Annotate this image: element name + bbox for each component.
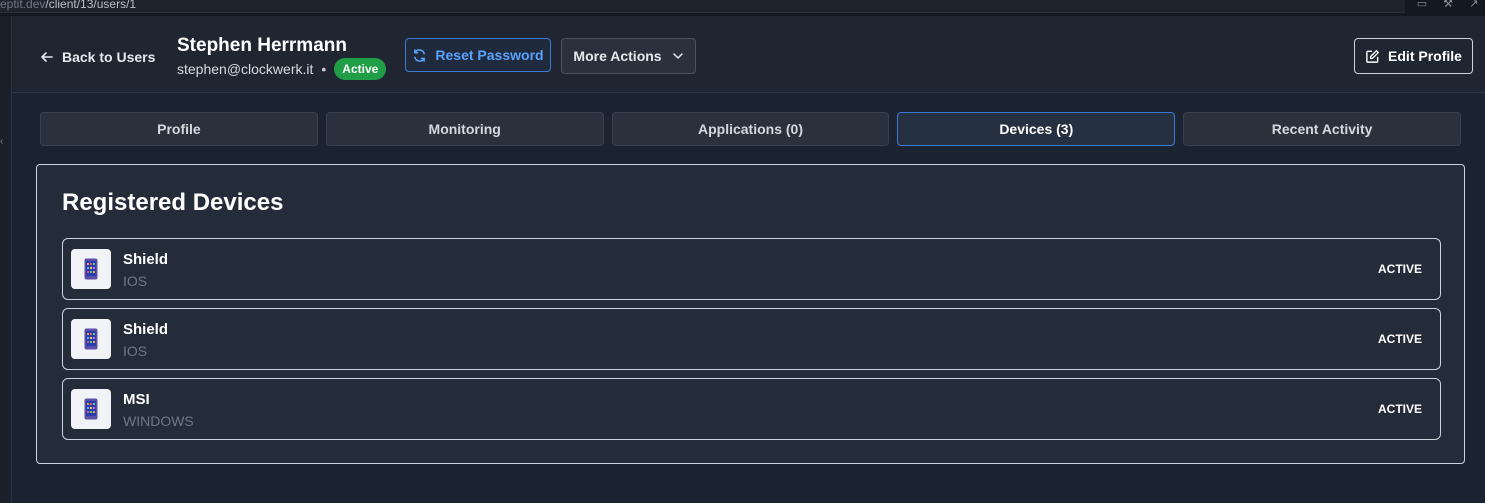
user-email: stephen@clockwerk.it xyxy=(177,61,314,77)
browser-actions: ▭ ⚒ ↗ xyxy=(1415,0,1481,12)
device-row[interactable]: Shield IOS ACTIVE xyxy=(62,308,1441,370)
mobile-phone-icon xyxy=(84,258,98,280)
section-title: Registered Devices xyxy=(62,189,284,216)
more-actions-label: More Actions xyxy=(573,48,662,64)
device-status: ACTIVE xyxy=(1377,262,1422,276)
separator-dot: • xyxy=(321,61,327,77)
edit-icon xyxy=(1366,49,1380,63)
device-os: IOS xyxy=(123,343,148,359)
user-name: Stephen Herrmann xyxy=(177,35,347,56)
edit-profile-label: Edit Profile xyxy=(1388,48,1462,64)
device-name: Shield xyxy=(123,321,169,338)
device-os: WINDOWS xyxy=(123,413,194,429)
status-badge: Active xyxy=(334,58,387,80)
url-domain: eptit.dev xyxy=(0,0,46,11)
device-icon-box xyxy=(71,319,111,359)
device-name: Shield xyxy=(123,251,169,268)
external-open-icon[interactable]: ↗ xyxy=(1467,0,1481,10)
device-row[interactable]: Shield IOS ACTIVE xyxy=(62,238,1441,300)
page-header: Back to Users Stephen Herrmann stephen@c… xyxy=(12,16,1485,93)
tab-devices[interactable]: Devices (3) xyxy=(897,112,1176,146)
url-path: /client/13/users/1 xyxy=(45,0,137,11)
chevron-down-icon xyxy=(672,53,683,59)
device-status: ACTIVE xyxy=(1377,332,1422,346)
tab-recent-activity[interactable]: Recent Activity xyxy=(1183,112,1461,146)
mobile-phone-icon xyxy=(84,328,98,350)
device-icon-box xyxy=(71,389,111,429)
device-list: Shield IOS ACTIVE Shield IOS ACTIVE MSI … xyxy=(62,238,1441,448)
left-rail: ‹ xyxy=(0,16,12,503)
browser-toolbar: eptit.dev/client/13/users/1 ▭ ⚒ ↗ xyxy=(0,0,1485,16)
tools-icon[interactable]: ⚒ xyxy=(1441,0,1455,10)
arrow-left-icon xyxy=(41,52,53,62)
edit-profile-button[interactable]: Edit Profile xyxy=(1354,38,1473,74)
reset-password-button[interactable]: Reset Password xyxy=(405,38,551,72)
device-os: IOS xyxy=(123,273,148,289)
mobile-phone-icon xyxy=(84,398,98,420)
back-to-users-label: Back to Users xyxy=(62,49,156,65)
tab-applications[interactable]: Applications (0) xyxy=(611,112,890,146)
tab-bar: Profile Monitoring Applications (0) Devi… xyxy=(40,112,1461,146)
collapse-handle-icon[interactable]: ‹ xyxy=(0,136,3,147)
reset-password-label: Reset Password xyxy=(435,47,544,63)
registered-devices-card: Registered Devices Shield IOS ACTIVE Shi… xyxy=(36,164,1465,464)
device-icon-box xyxy=(71,249,111,289)
device-status: ACTIVE xyxy=(1377,402,1422,416)
more-actions-button[interactable]: More Actions xyxy=(561,38,696,74)
device-row[interactable]: MSI WINDOWS ACTIVE xyxy=(62,378,1441,440)
address-bar[interactable]: eptit.dev/client/13/users/1 xyxy=(0,0,1405,13)
back-to-users-button[interactable]: Back to Users xyxy=(40,47,155,67)
tab-profile[interactable]: Profile xyxy=(40,112,318,146)
sidebar-toggle-icon[interactable]: ▭ xyxy=(1415,0,1429,10)
tab-monitoring[interactable]: Monitoring xyxy=(325,112,604,146)
user-subline: stephen@clockwerk.it • Active xyxy=(177,58,387,80)
device-name: MSI xyxy=(123,391,150,408)
refresh-icon xyxy=(414,48,426,62)
